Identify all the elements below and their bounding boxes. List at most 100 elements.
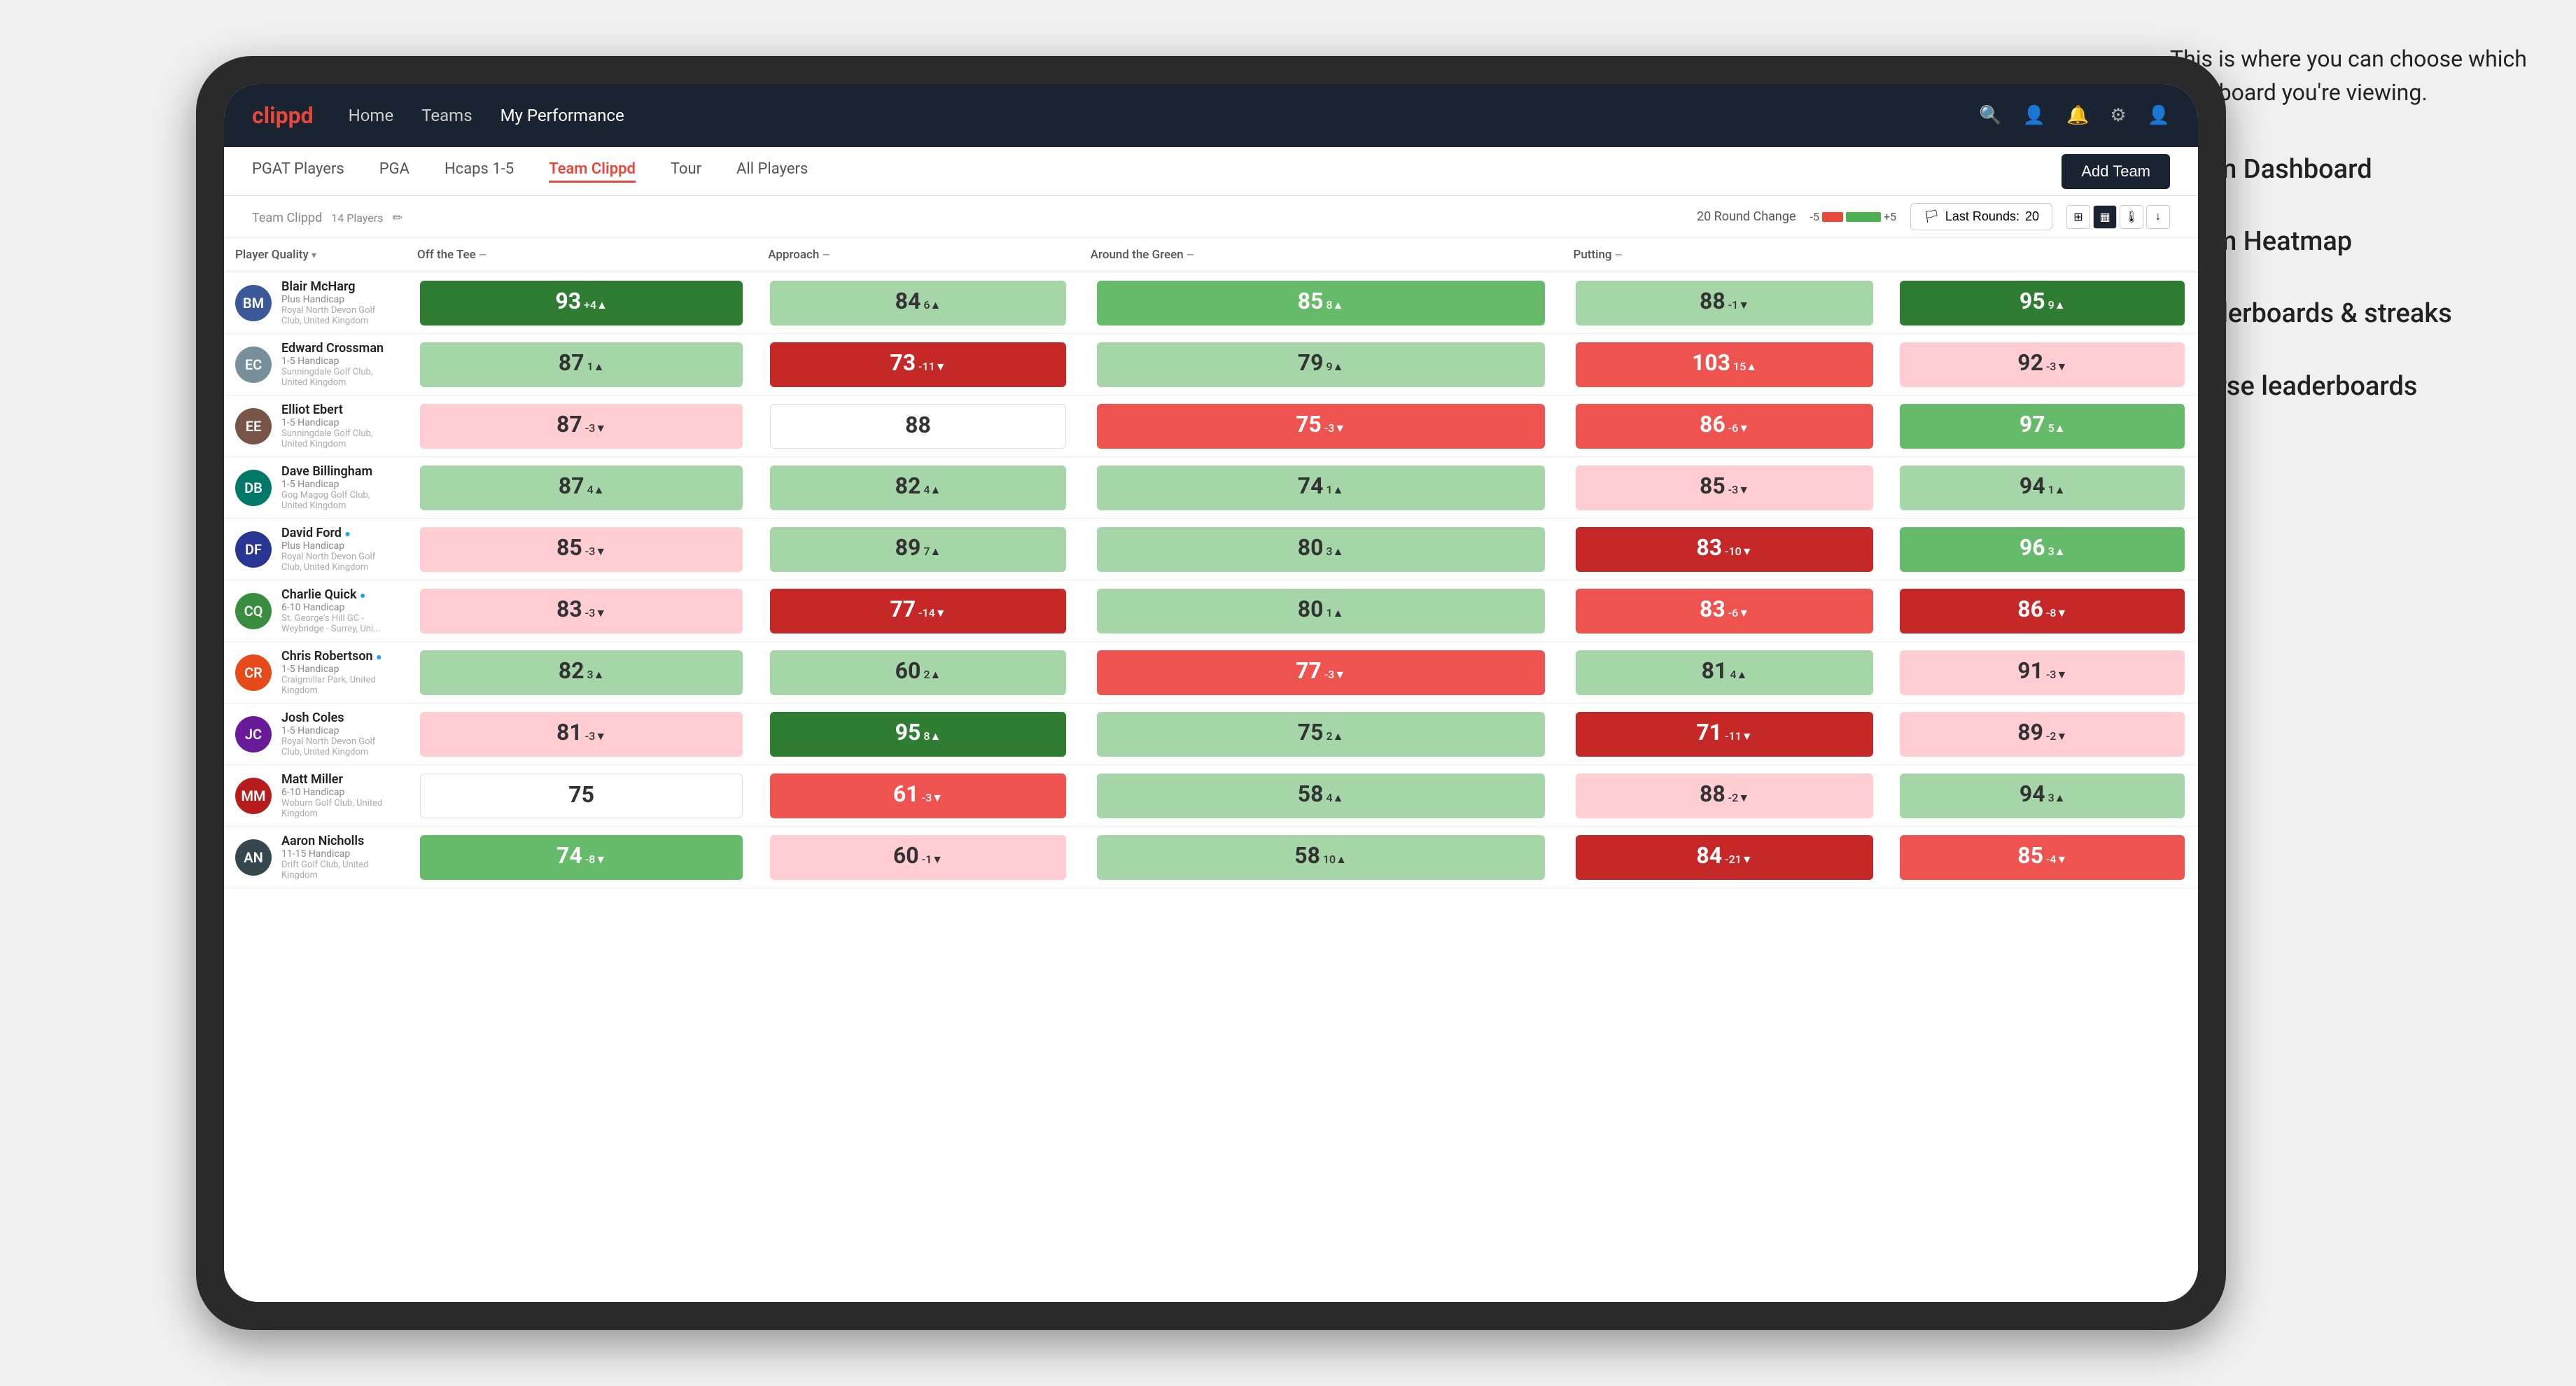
sub-nav-all-players[interactable]: All Players <box>736 160 808 183</box>
player-cell[interactable]: EC Edward Crossman 1-5 Handicap Sunningd… <box>224 334 406 395</box>
score-value: 87 <box>556 411 582 438</box>
score-box: 88 <box>770 404 1065 449</box>
verified-icon: ● <box>376 652 382 663</box>
player-name: Elliot Ebert <box>281 402 395 417</box>
sub-nav-team-clippd[interactable]: Team Clippd <box>549 160 636 183</box>
score-value: 81 <box>1702 657 1728 684</box>
score-box: 93 +4▲ <box>420 281 743 326</box>
score-box: 92 -3▼ <box>1900 342 2185 387</box>
player-cell[interactable]: DF David Ford ● Plus Handicap Royal Nort… <box>224 519 406 580</box>
sub-nav-pgat[interactable]: PGAT Players <box>252 160 344 183</box>
last-rounds-button[interactable]: 🏳 Last Rounds: 20 <box>1910 203 2052 230</box>
score-box: 94 3▲ <box>1900 774 2185 818</box>
player-avatar: JC <box>235 716 272 752</box>
player-avatar: CQ <box>235 593 272 629</box>
team-header: Team Clippd 14 Players ✏ 20 Round Change… <box>224 196 2198 238</box>
player-cell[interactable]: CR Chris Robertson ● 1-5 Handicap Craigm… <box>224 642 406 703</box>
player-club: Drift Golf Club, United Kingdom <box>281 860 395 881</box>
add-team-button[interactable]: Add Team <box>2062 154 2170 189</box>
score-change: 10▲ <box>1323 853 1347 867</box>
player-handicap: 1-5 Handicap <box>281 479 395 490</box>
player-club: Royal North Devon Golf Club, United King… <box>281 552 395 573</box>
app-logo[interactable]: clippd <box>252 102 314 129</box>
score-cell-putting: 95 9▲ <box>1887 272 2198 334</box>
score-value: 75 <box>1296 411 1322 438</box>
player-handicap: 1-5 Handicap <box>281 664 395 675</box>
player-avatar: EE <box>235 408 272 444</box>
nav-link-home[interactable]: Home <box>349 106 394 125</box>
player-cell[interactable]: EE Elliot Ebert 1-5 Handicap Sunningdale… <box>224 396 406 456</box>
view-btn-download[interactable]: ↓ <box>2146 205 2170 229</box>
player-cell[interactable]: BM Blair McHarg Plus Handicap Royal Nort… <box>224 272 406 333</box>
score-cell-around-green: 81 4▲ <box>1562 642 1886 704</box>
score-cell-player-quality: 82 3▲ <box>406 642 757 704</box>
sub-nav-tour[interactable]: Tour <box>671 160 701 183</box>
view-btn-grid-large[interactable]: ▦ <box>2093 205 2117 229</box>
player-cell[interactable]: MM Matt Miller 6-10 Handicap Woburn Golf… <box>224 765 406 826</box>
score-box: 91 -3▼ <box>1900 650 2185 695</box>
nav-link-teams[interactable]: Teams <box>421 106 472 125</box>
score-change: -4▼ <box>2046 853 2067 867</box>
score-value: 91 <box>2017 657 2043 684</box>
player-info: Elliot Ebert 1-5 Handicap Sunningdale Go… <box>281 402 395 449</box>
search-icon[interactable]: 🔍 <box>1979 105 2001 126</box>
col-sort-around-green[interactable]: — <box>1186 250 1194 261</box>
player-info: Dave Billingham 1-5 Handicap Gog Magog G… <box>281 464 395 511</box>
sub-nav-pga[interactable]: PGA <box>379 160 410 183</box>
player-name: Josh Coles <box>281 710 395 725</box>
player-name: Chris Robertson ● <box>281 649 395 664</box>
score-box: 86 -8▼ <box>1900 589 2185 634</box>
gear-icon[interactable]: ⚙ <box>2110 105 2126 126</box>
score-cell-putting: 96 3▲ <box>1887 519 2198 580</box>
player-cell[interactable]: JC Josh Coles 1-5 Handicap Royal North D… <box>224 704 406 764</box>
score-box: 81 4▲ <box>1576 650 1874 695</box>
view-btn-grid-small[interactable]: ⊞ <box>2066 205 2090 229</box>
score-cell-off-tee: 61 -3▼ <box>757 765 1079 827</box>
score-box: 82 3▲ <box>420 650 743 695</box>
score-box: 84 -21▼ <box>1576 835 1874 880</box>
score-cell-approach: 74 1▲ <box>1079 457 1562 519</box>
score-value: 81 <box>556 719 582 746</box>
player-cell[interactable]: AN Aaron Nicholls 11-15 Handicap Drift G… <box>224 827 406 888</box>
tablet-screen: clippd Home Teams My Performance 🔍 👤 🔔 ⚙… <box>224 84 2198 1302</box>
col-sort-arrow[interactable]: ▾ <box>312 250 316 261</box>
score-change: 8▲ <box>1326 298 1344 312</box>
col-sort-approach[interactable]: — <box>822 250 830 261</box>
score-change: 5▲ <box>2048 421 2066 435</box>
score-change: -6▼ <box>1728 606 1749 620</box>
col-sort-putting[interactable]: — <box>1615 250 1623 261</box>
score-change: -3▼ <box>1324 421 1345 435</box>
score-change: 4▲ <box>923 483 941 497</box>
user-avatar-icon[interactable]: 👤 <box>2148 105 2170 126</box>
table-row: EC Edward Crossman 1-5 Handicap Sunningd… <box>224 334 2198 396</box>
annotation-intro-text: This is where you can choose which dashb… <box>2170 42 2562 109</box>
score-change: -3▼ <box>2046 668 2067 682</box>
player-cell[interactable]: DB Dave Billingham 1-5 Handicap Gog Mago… <box>224 457 406 518</box>
score-change: -21▼ <box>1725 853 1752 867</box>
score-value: 94 <box>2019 780 2045 807</box>
score-cell-approach: 80 3▲ <box>1079 519 1562 580</box>
score-value: 94 <box>2019 472 2045 499</box>
annotation-panel: This is where you can choose which dashb… <box>2170 42 2562 440</box>
score-change: -11▼ <box>1725 729 1752 743</box>
score-box: 96 3▲ <box>1900 527 2185 572</box>
edit-team-icon[interactable]: ✏ <box>392 211 402 225</box>
score-value: 87 <box>559 472 584 499</box>
player-avatar: MM <box>235 778 272 814</box>
score-value: 88 <box>1700 780 1726 807</box>
score-change: -6▼ <box>1728 421 1749 435</box>
bell-icon[interactable]: 🔔 <box>2066 105 2089 126</box>
nav-link-my-performance[interactable]: My Performance <box>500 106 624 125</box>
score-change: 6▲ <box>923 298 941 312</box>
sub-nav-hcaps[interactable]: Hcaps 1-5 <box>444 160 514 183</box>
score-box: 89 7▲ <box>770 527 1065 572</box>
flag-icon: 🏳 <box>1924 209 1940 224</box>
col-sort-off-tee[interactable]: — <box>479 250 486 261</box>
player-cell[interactable]: CQ Charlie Quick ● 6-10 Handicap St. Geo… <box>224 580 406 641</box>
score-cell-around-green: 103 15▲ <box>1562 334 1886 396</box>
player-info: Josh Coles 1-5 Handicap Royal North Devo… <box>281 710 395 757</box>
player-info: Chris Robertson ● 1-5 Handicap Craigmill… <box>281 649 395 696</box>
person-icon[interactable]: 👤 <box>2023 105 2045 126</box>
score-change: -2▼ <box>2046 729 2067 743</box>
view-btn-heatmap[interactable]: 🌡 <box>2120 205 2143 229</box>
